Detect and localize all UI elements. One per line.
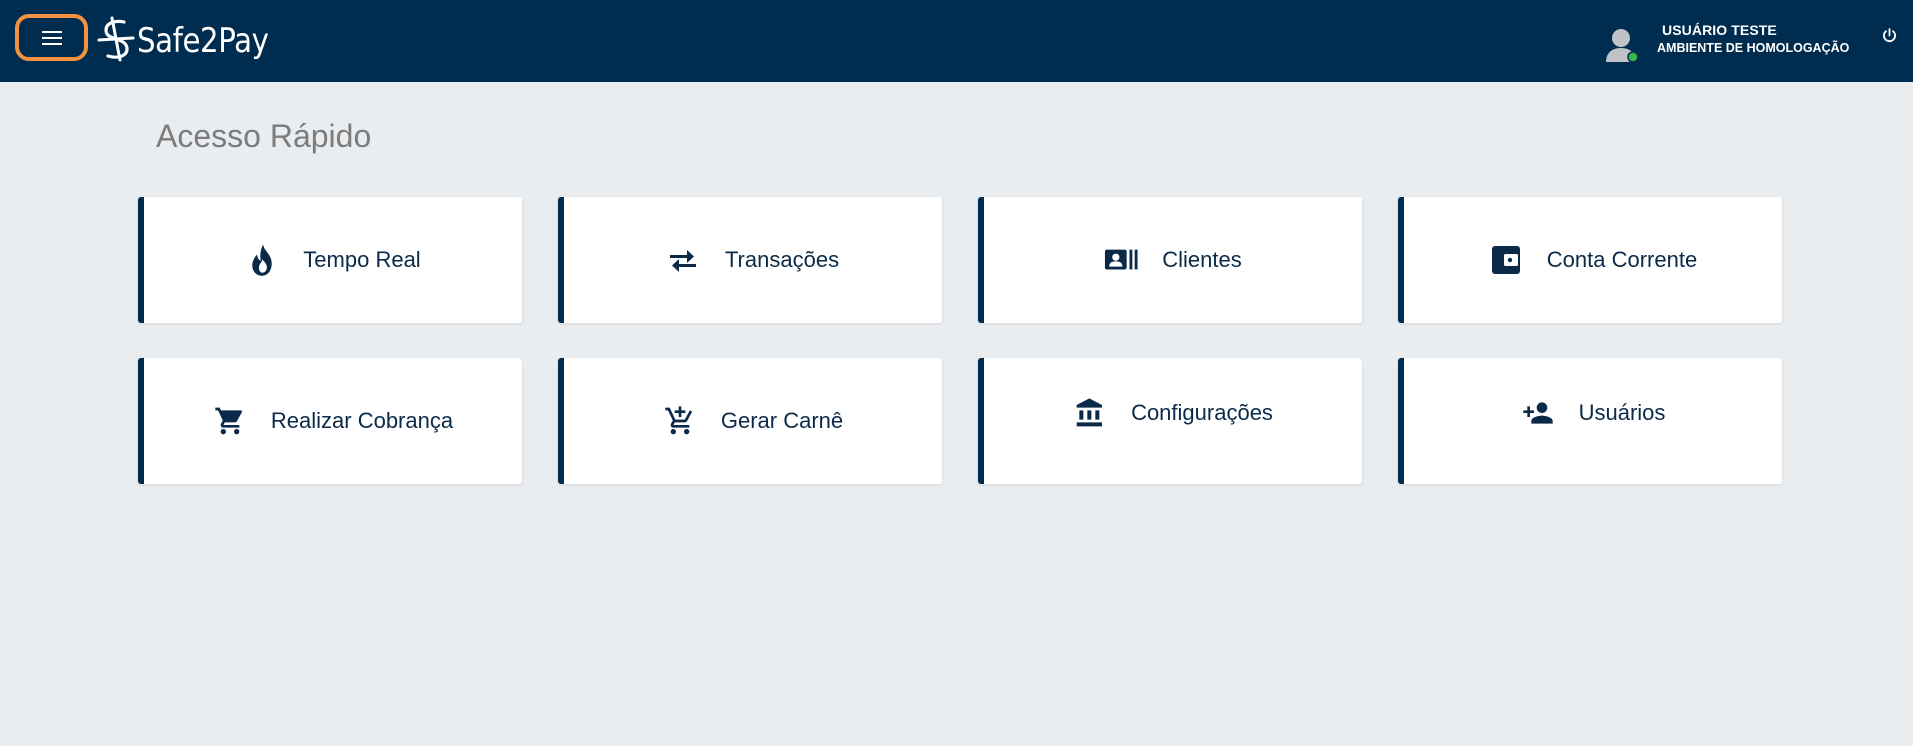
power-icon[interactable] — [1881, 27, 1898, 44]
quick-access-card-gerar-carne[interactable]: Gerar Carnê — [558, 358, 942, 484]
brand-logo[interactable]: Safe2Pay — [97, 16, 290, 67]
swap-arrows-icon — [667, 243, 701, 277]
card-label: Usuários — [1578, 400, 1666, 425]
safe2pay-logo-icon — [97, 16, 135, 67]
quick-access-card-clientes[interactable]: Clientes — [978, 197, 1362, 323]
quick-access-card-realizar-cobranca[interactable]: Realizar Cobrança — [138, 358, 522, 484]
environment-label: AMBIENTE DE HOMOLOGAÇÃO — [1657, 41, 1850, 55]
card-label: Realizar Cobrança — [270, 408, 454, 433]
contact-card-icon — [1104, 243, 1138, 277]
add-user-icon — [1521, 396, 1555, 430]
brand-name: Safe2Pay — [137, 21, 269, 61]
bank-icon — [1073, 396, 1107, 430]
user-name: USUÁRIO TESTE — [1662, 22, 1777, 38]
shopping-cart-icon — [213, 404, 247, 438]
page-title: Acesso Rápido — [156, 118, 372, 154]
hamburger-icon — [41, 30, 63, 46]
quick-access-card-conta-corrente[interactable]: Conta Corrente — [1398, 197, 1782, 323]
top-bar: Safe2Pay USUÁRIO TESTE AMBIENTE DE HOMOL… — [0, 0, 1913, 82]
quick-access-card-configuracoes[interactable]: Configurações — [978, 358, 1362, 484]
quick-access-card-transacoes[interactable]: Transações — [558, 197, 942, 323]
add-cart-icon — [663, 404, 697, 438]
wallet-icon — [1489, 243, 1523, 277]
card-label: Clientes — [1162, 247, 1242, 272]
avatar-icon — [1604, 26, 1640, 64]
card-label: Gerar Carnê — [720, 408, 844, 433]
card-label: Tempo Real — [303, 247, 421, 272]
menu-button[interactable] — [15, 14, 88, 61]
card-label: Configurações — [1131, 400, 1273, 425]
quick-access-card-usuarios[interactable]: Usuários — [1398, 358, 1782, 484]
card-label: Conta Corrente — [1546, 247, 1698, 272]
quick-access-card-tempo-real[interactable]: Tempo Real — [138, 197, 522, 323]
card-label: Transações — [724, 247, 840, 272]
flame-icon — [245, 243, 279, 277]
